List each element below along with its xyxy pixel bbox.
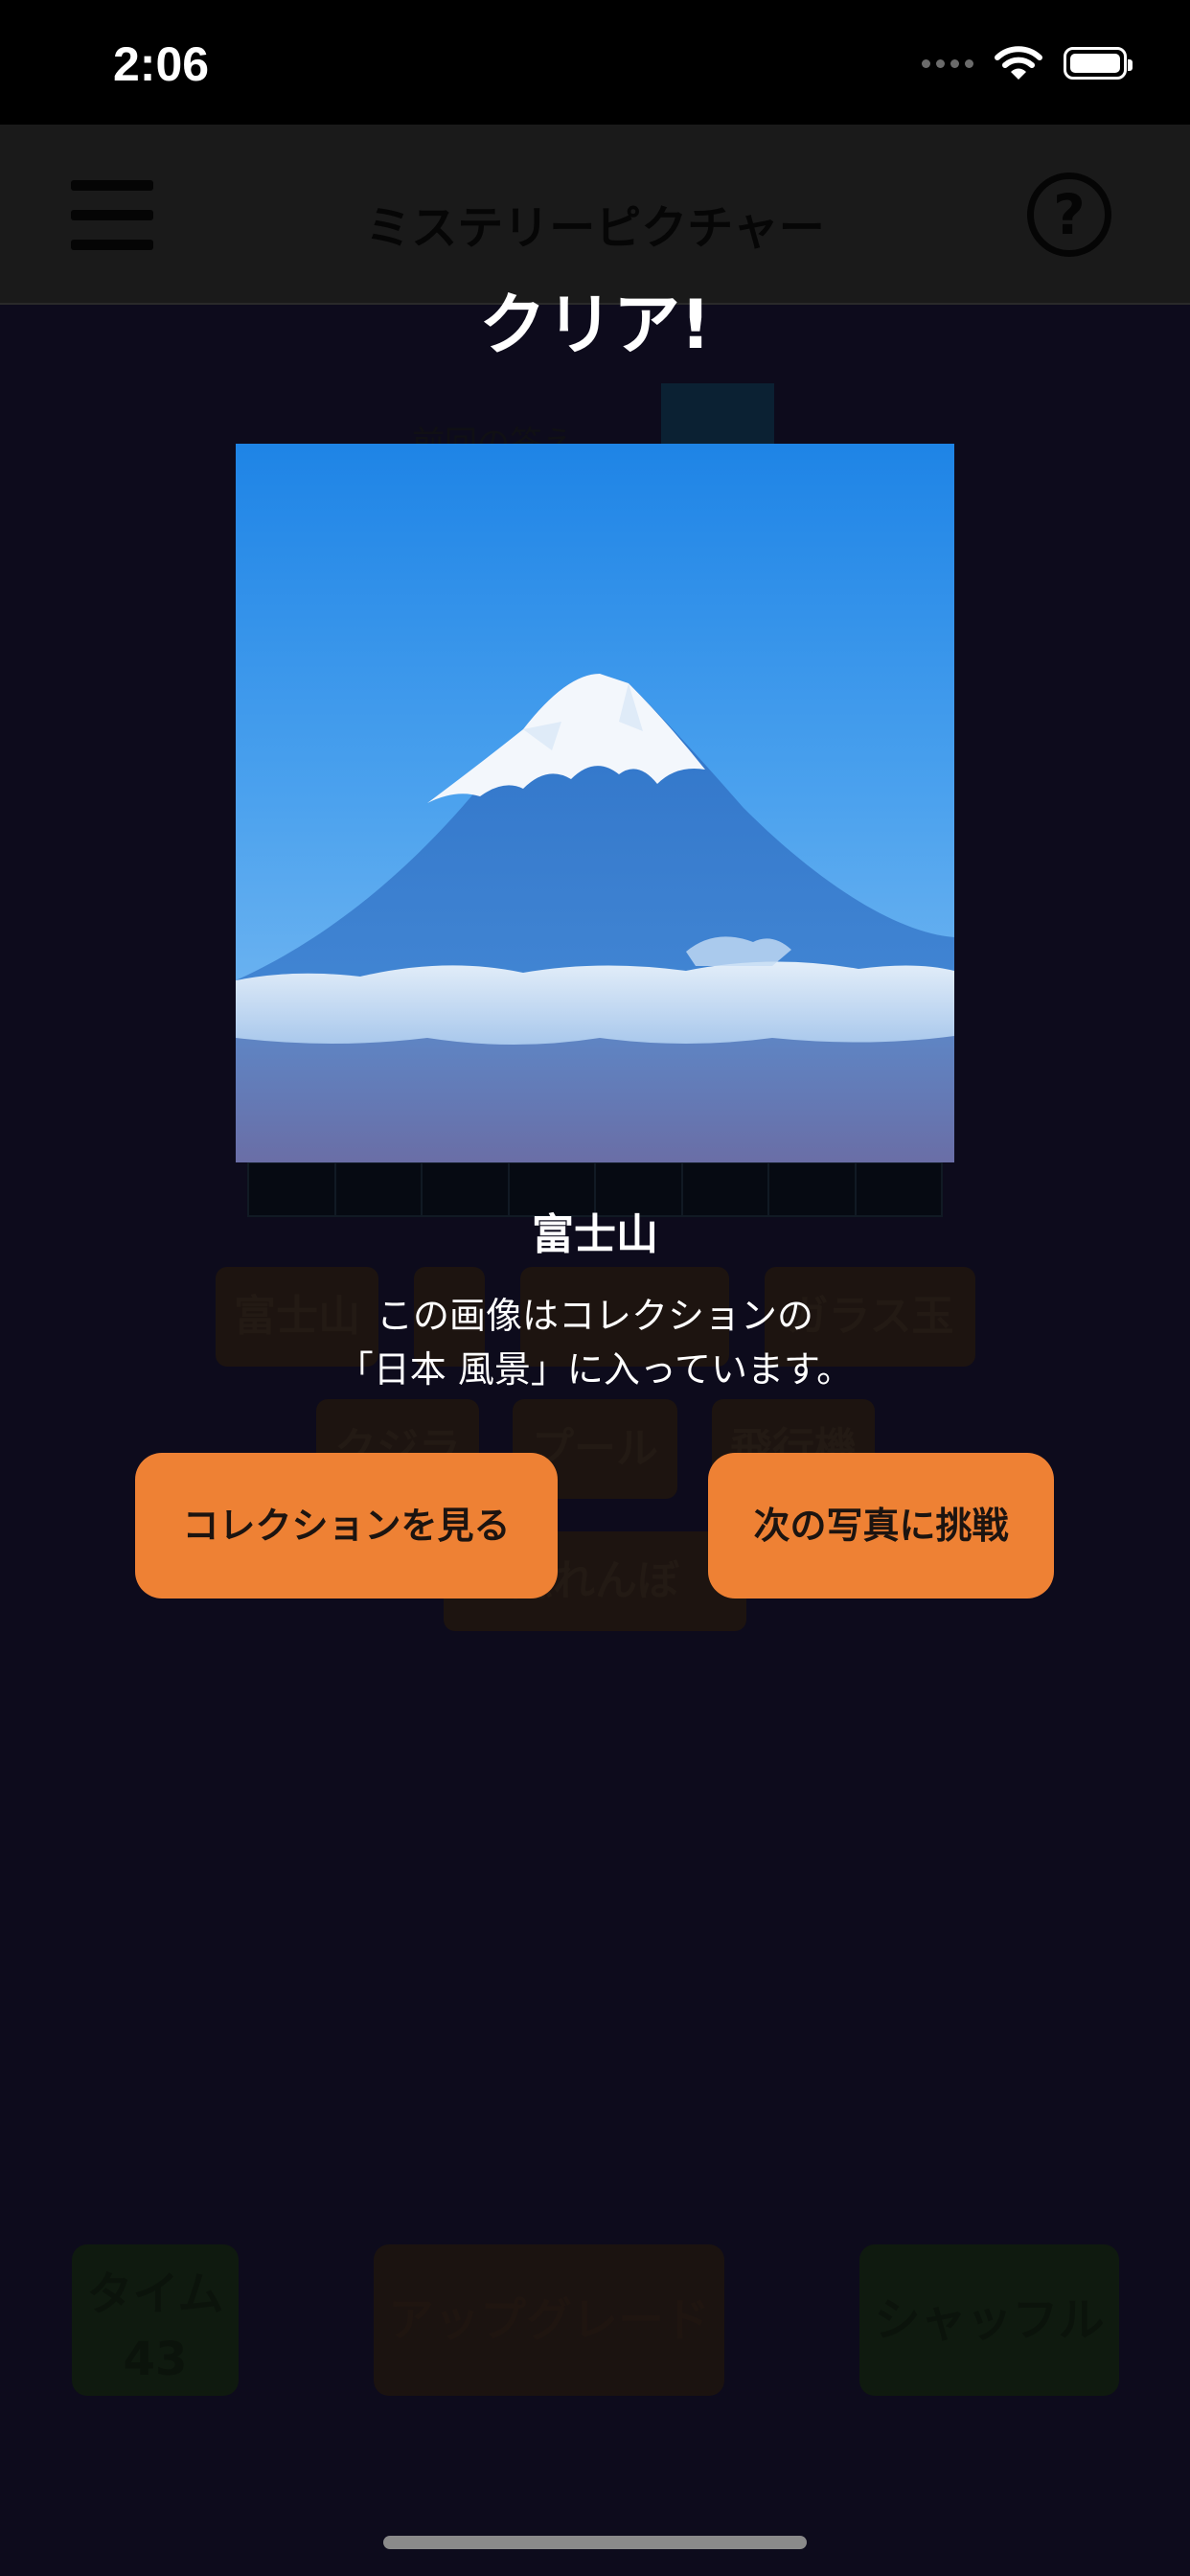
time-label: タイム bbox=[86, 2267, 224, 2321]
wifi-icon bbox=[995, 46, 1042, 80]
help-icon[interactable]: ? bbox=[1027, 172, 1111, 257]
mount-fuji-photo bbox=[236, 444, 954, 1162]
upgrade-button[interactable]: アップグレード bbox=[374, 2244, 724, 2396]
view-collection-button[interactable]: コレクションを見る bbox=[135, 1453, 558, 1598]
next-photo-button[interactable]: 次の写真に挑戦 bbox=[708, 1453, 1054, 1598]
home-indicator bbox=[383, 2536, 807, 2549]
status-icons bbox=[922, 42, 1133, 84]
battery-icon bbox=[1064, 47, 1133, 80]
collection-message: この画像はコレクションの 「日本 風景」に入っています。 bbox=[0, 1289, 1190, 1396]
status-time: 2:06 bbox=[113, 37, 210, 91]
status-bar: 2:06 bbox=[0, 0, 1190, 125]
cellular-signal-icon bbox=[922, 58, 973, 68]
photo-name: 富士山 bbox=[532, 1210, 658, 1259]
time-button[interactable]: タイム 43 bbox=[72, 2244, 239, 2396]
clear-title: クリア! bbox=[479, 286, 711, 364]
collection-message-line-1: この画像はコレクションの bbox=[376, 1295, 813, 1337]
time-value: 43 bbox=[123, 2333, 188, 2386]
collection-message-line-2: 「日本 風景」に入っています。 bbox=[336, 1348, 854, 1391]
nav-title: ミステリーピクチャー bbox=[365, 201, 825, 255]
shuffle-button[interactable]: シャッフル bbox=[859, 2244, 1119, 2396]
